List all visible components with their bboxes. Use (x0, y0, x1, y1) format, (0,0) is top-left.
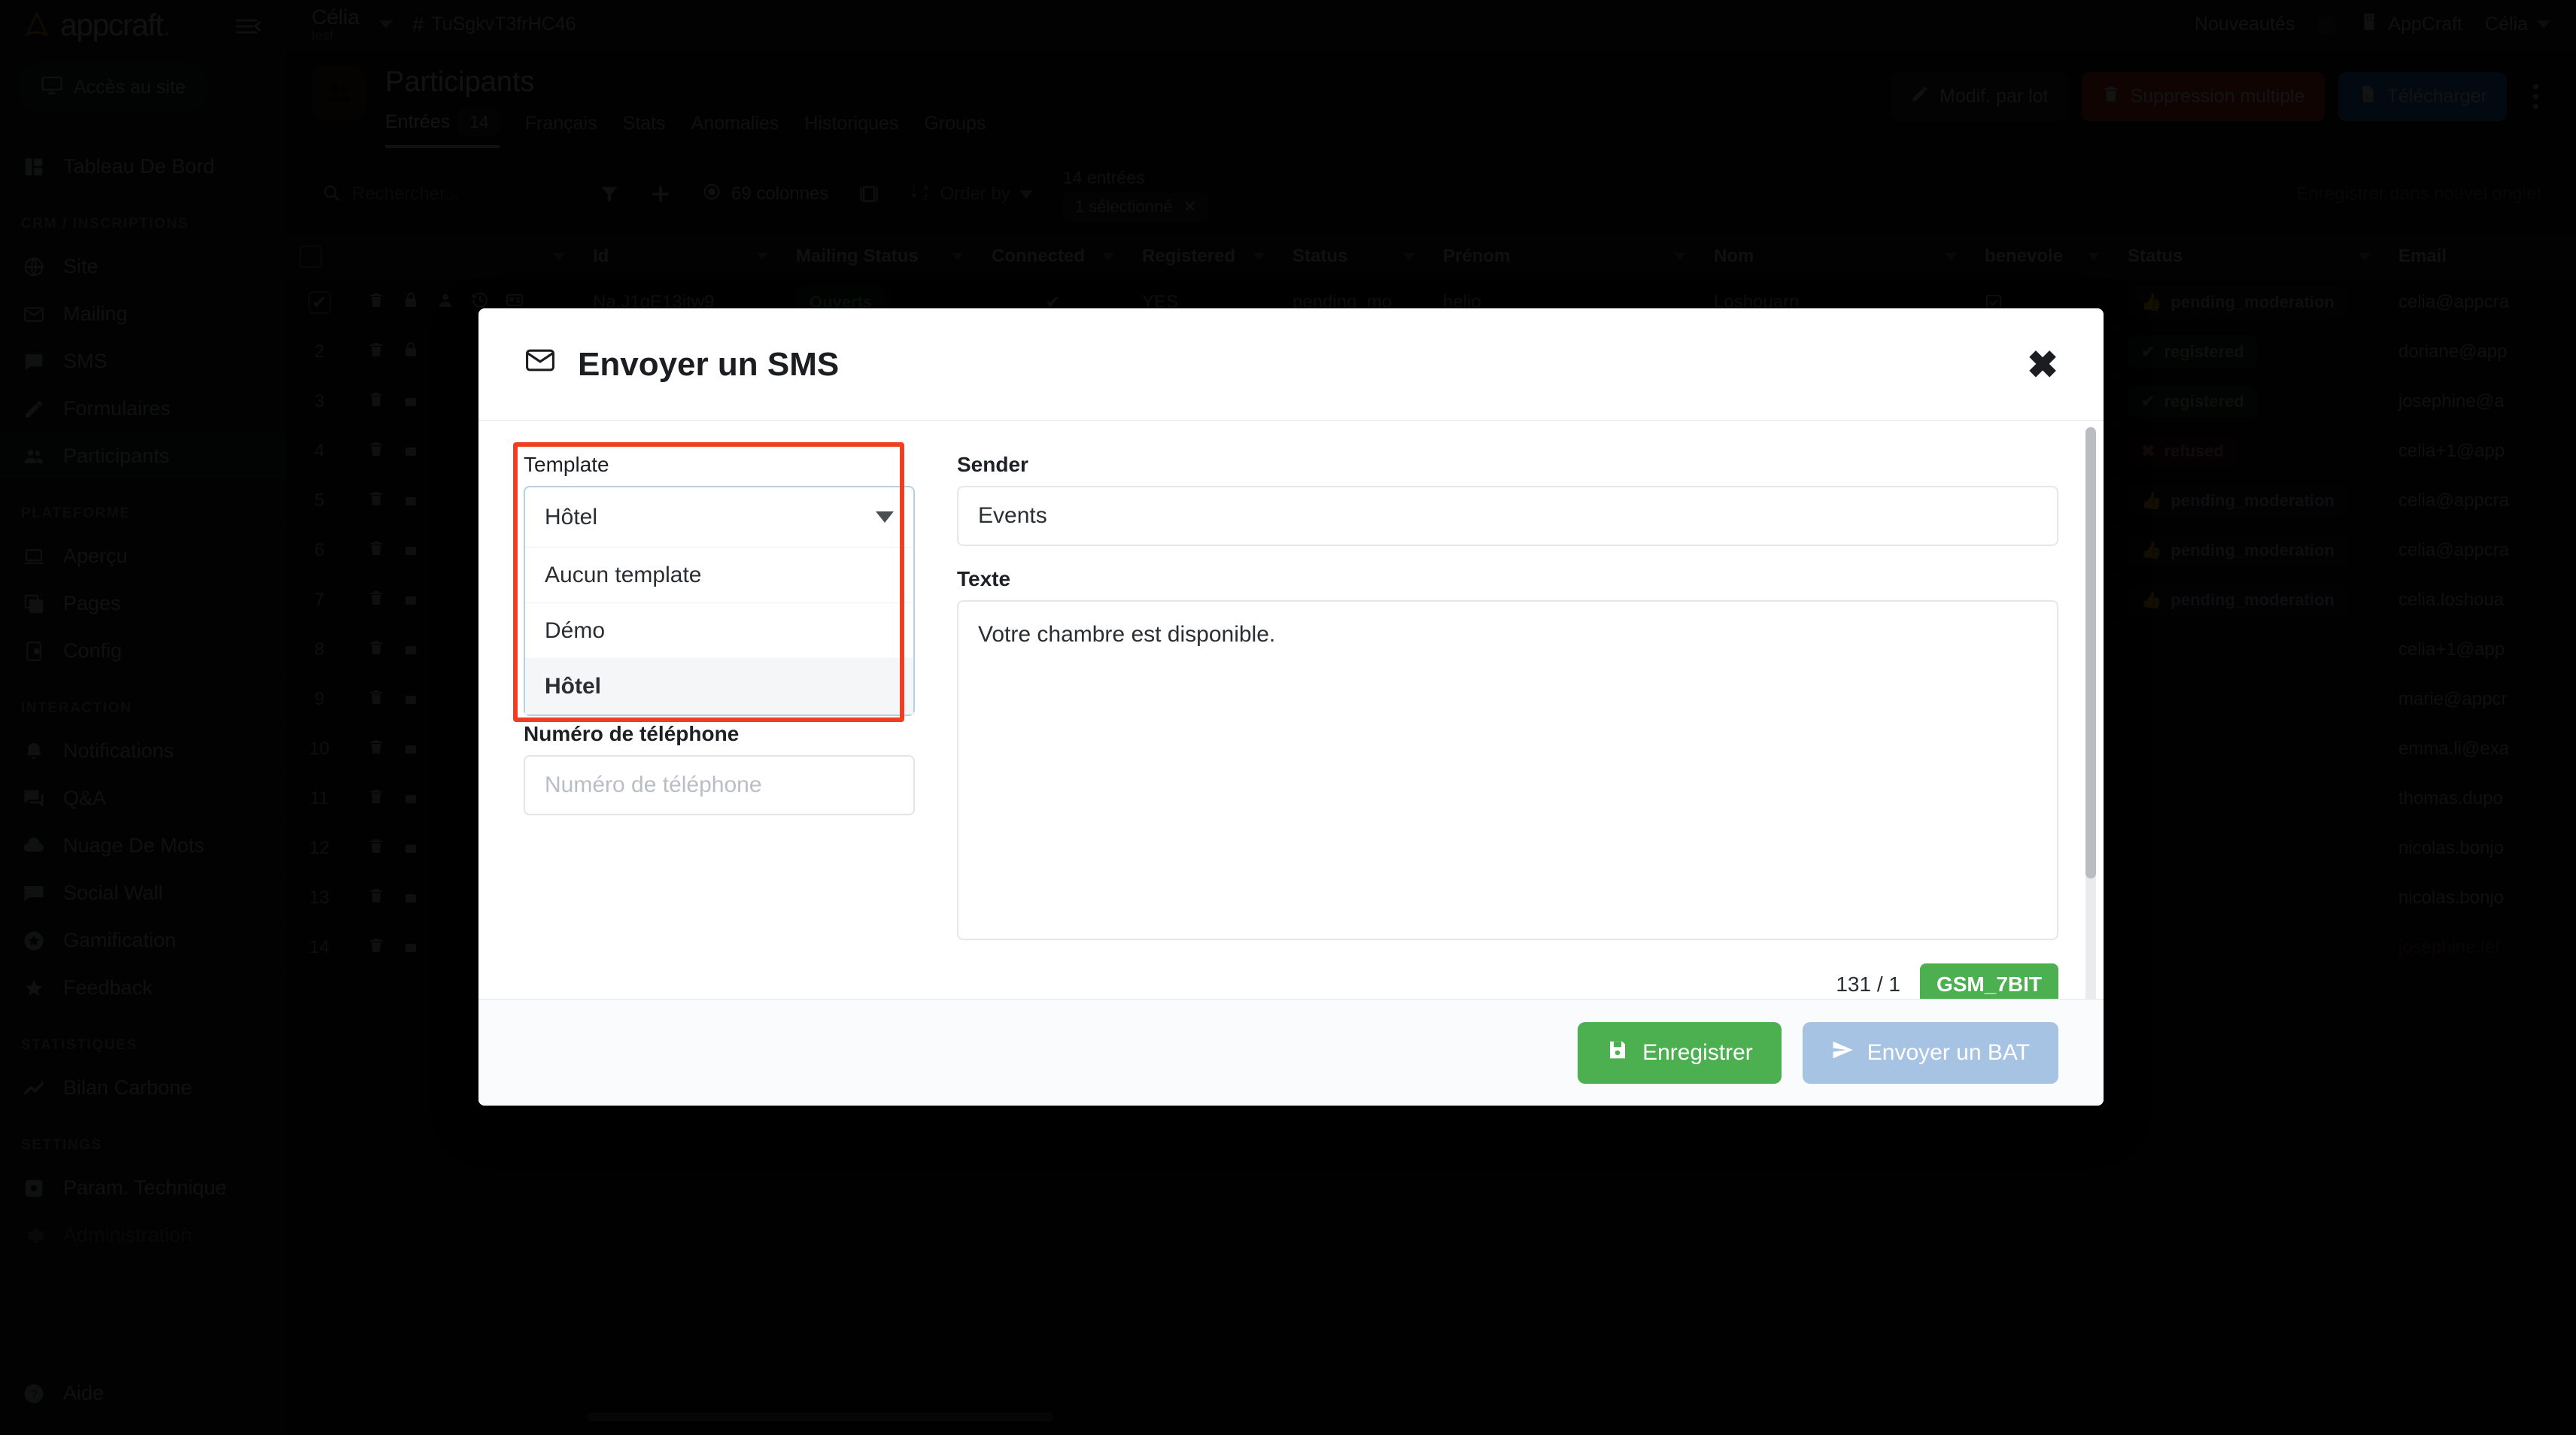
sms-meta-row: 131 / 1 GSM_7BIT (957, 963, 2058, 999)
save-button[interactable]: Enregistrer (1578, 1022, 1782, 1084)
save-label: Enregistrer (1642, 1040, 1753, 1066)
modal-title-text: Envoyer un SMS (578, 346, 839, 384)
sender-input[interactable] (957, 486, 2058, 546)
template-option-aucun[interactable]: Aucun template (525, 548, 913, 603)
modal-footer: Enregistrer Envoyer un BAT (478, 999, 2104, 1106)
modal-header: Envoyer un SMS ✖ (478, 308, 2104, 421)
template-selected-value[interactable]: Hôtel (525, 487, 913, 548)
template-select[interactable]: Hôtel Aucun template Démo Hôtel (524, 486, 915, 716)
sender-label: Sender (957, 453, 2058, 477)
template-option-demo[interactable]: Démo (525, 603, 913, 659)
send-bat-button[interactable]: Envoyer un BAT (1803, 1022, 2058, 1084)
encoding-badge: GSM_7BIT (1920, 963, 2058, 999)
send-sms-modal: Envoyer un SMS ✖ Template Hôtel Aucun te… (478, 308, 2104, 1106)
send-icon (1831, 1039, 1854, 1067)
app-root: appcraft. Accès au site (0, 0, 2576, 1435)
modal-left-column: Template Hôtel Aucun template Démo Hôtel… (524, 453, 915, 984)
chevron-down-icon (876, 511, 894, 523)
phone-label: Numéro de téléphone (524, 722, 915, 746)
modal-right-column: Sender Texte 131 / 1 GSM_7BIT (957, 453, 2058, 984)
texte-label: Texte (957, 567, 2058, 591)
template-selected-text: Hôtel (545, 505, 597, 530)
modal-body: Template Hôtel Aucun template Démo Hôtel… (478, 421, 2104, 999)
template-label: Template (524, 453, 915, 477)
close-icon[interactable]: ✖ (2027, 346, 2058, 384)
phone-input[interactable] (524, 755, 915, 815)
envelope-icon (524, 344, 557, 385)
send-bat-label: Envoyer un BAT (1867, 1040, 2030, 1066)
modal-title: Envoyer un SMS (524, 344, 839, 385)
texte-textarea[interactable] (957, 600, 2058, 940)
save-icon (1606, 1039, 1629, 1067)
template-option-hotel[interactable]: Hôtel (525, 659, 913, 714)
character-counter: 131 / 1 (1836, 972, 1900, 997)
modal-scrollbar[interactable] (2085, 427, 2096, 999)
